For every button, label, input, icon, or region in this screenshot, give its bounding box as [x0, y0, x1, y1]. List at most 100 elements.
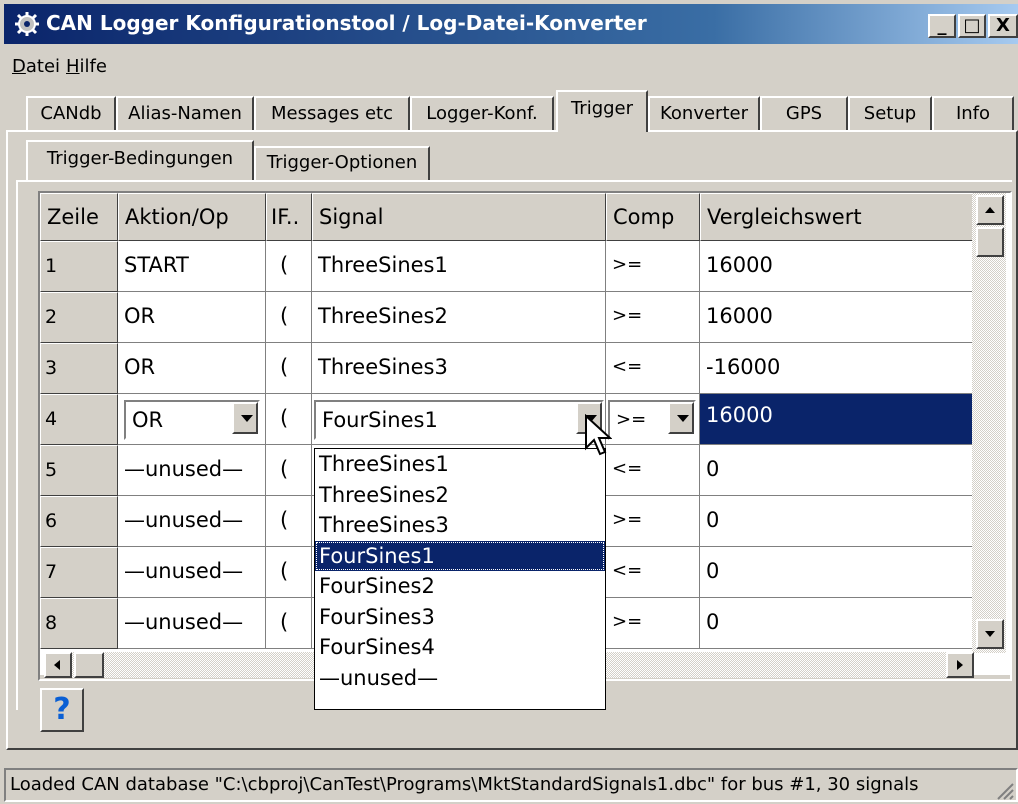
- cell-if[interactable]: (: [266, 241, 312, 292]
- tab-messages[interactable]: Messages etc: [254, 96, 410, 132]
- status-text: Loaded CAN database "C:\cbproj\CanTest\P…: [10, 774, 919, 795]
- resize-grip-icon[interactable]: [994, 780, 1014, 800]
- arrow-left-icon: [54, 660, 60, 670]
- row-header[interactable]: 2: [40, 292, 118, 343]
- signal-combo-value: FourSines1: [322, 408, 438, 432]
- cell-aktion[interactable]: START: [118, 241, 266, 292]
- row-header[interactable]: 7: [40, 547, 118, 598]
- cell-signal[interactable]: ThreeSines3: [312, 343, 606, 394]
- cell-aktion[interactable]: —unused—: [118, 445, 266, 496]
- col-header-vergleichswert[interactable]: Vergleichswert: [700, 193, 1000, 241]
- row-header[interactable]: 4: [40, 394, 118, 445]
- cell-if[interactable]: (: [266, 394, 312, 445]
- cell-wert-selected[interactable]: 16000: [700, 394, 1000, 445]
- dropdown-option[interactable]: ThreeSines1: [315, 449, 605, 480]
- chevron-down-icon[interactable]: [232, 402, 258, 434]
- cell-comp[interactable]: >=: [606, 598, 700, 649]
- row-header[interactable]: 5: [40, 445, 118, 496]
- aktion-combo[interactable]: OR: [124, 400, 260, 440]
- cell-comp[interactable]: >=: [606, 496, 700, 547]
- minimize-button[interactable]: _: [928, 14, 956, 38]
- cell-wert[interactable]: 0: [700, 496, 1000, 547]
- cell-wert[interactable]: 0: [700, 598, 1000, 649]
- tab-alias-namen[interactable]: Alias-Namen: [116, 96, 254, 132]
- cell-if[interactable]: (: [266, 292, 312, 343]
- menu-datei-label: atei: [25, 56, 61, 77]
- dropdown-option[interactable]: ThreeSines2: [315, 480, 605, 511]
- col-header-comp[interactable]: Comp: [606, 193, 700, 241]
- cell-signal[interactable]: ThreeSines1: [312, 241, 606, 292]
- cell-aktion[interactable]: OR: [118, 343, 266, 394]
- cell-wert[interactable]: 16000: [700, 241, 1000, 292]
- cell-comp[interactable]: <=: [606, 445, 700, 496]
- menu-datei-mnemonic: D: [12, 56, 26, 77]
- cell-wert[interactable]: 0: [700, 445, 1000, 496]
- gear-icon: [15, 12, 39, 36]
- cell-if[interactable]: (: [266, 598, 312, 649]
- menu-hilfe[interactable]: Hilfe: [66, 56, 107, 77]
- help-button[interactable]: ?: [40, 688, 84, 732]
- cell-comp[interactable]: <=: [606, 343, 700, 394]
- dropdown-option[interactable]: FourSines2: [315, 571, 605, 602]
- col-header-aktion[interactable]: Aktion/Op: [118, 193, 266, 241]
- tab-konverter[interactable]: Konverter: [648, 96, 760, 132]
- scroll-up-button[interactable]: [976, 195, 1004, 225]
- dropdown-option[interactable]: —unused—: [315, 663, 605, 694]
- scroll-right-button[interactable]: [946, 652, 974, 678]
- tab-gps[interactable]: GPS: [760, 96, 848, 132]
- scroll-thumb[interactable]: [976, 227, 1004, 257]
- row-header[interactable]: 8: [40, 598, 118, 649]
- tab-info[interactable]: Info: [932, 96, 1014, 132]
- col-header-zeile[interactable]: Zeile: [40, 193, 118, 241]
- hscroll-thumb[interactable]: [74, 652, 104, 678]
- tab-trigger-bedingungen[interactable]: Trigger-Bedingungen: [26, 140, 254, 180]
- cell-comp[interactable]: >=: [606, 292, 700, 343]
- scroll-down-button[interactable]: [976, 619, 1004, 649]
- tab-trigger-optionen[interactable]: Trigger-Optionen: [254, 146, 430, 180]
- cell-aktion[interactable]: —unused—: [118, 496, 266, 547]
- cell-aktion[interactable]: OR: [118, 292, 266, 343]
- menu-bar: Datei Hilfe: [4, 46, 1018, 82]
- row-header[interactable]: 3: [40, 343, 118, 394]
- cell-aktion[interactable]: —unused—: [118, 547, 266, 598]
- dropdown-option[interactable]: FourSines4: [315, 632, 605, 663]
- cell-wert[interactable]: 0: [700, 547, 1000, 598]
- comp-combo[interactable]: >=: [608, 400, 696, 440]
- tab-trigger[interactable]: Trigger: [556, 90, 648, 132]
- row-header[interactable]: 6: [40, 496, 118, 547]
- cell-if[interactable]: (: [266, 547, 312, 598]
- cell-if[interactable]: (: [266, 343, 312, 394]
- vertical-scrollbar[interactable]: [972, 193, 1006, 653]
- aktion-combo-value: OR: [132, 408, 164, 432]
- cell-signal[interactable]: ThreeSines2: [312, 292, 606, 343]
- col-header-signal[interactable]: Signal: [312, 193, 606, 241]
- chevron-down-icon[interactable]: [668, 402, 694, 434]
- cell-comp[interactable]: <=: [606, 547, 700, 598]
- title-bar[interactable]: CAN Logger Konfigurationstool / Log-Date…: [4, 4, 1018, 44]
- cell-aktion[interactable]: —unused—: [118, 598, 266, 649]
- arrow-up-icon: [985, 207, 995, 213]
- dropdown-option-selected[interactable]: FourSines1: [315, 540, 605, 571]
- cell-if[interactable]: (: [266, 445, 312, 496]
- signal-dropdown-list[interactable]: ThreeSines1 ThreeSines2 ThreeSines3 Four…: [314, 448, 606, 710]
- cell-aktion-editing: OR: [118, 394, 266, 445]
- close-button[interactable]: X: [988, 14, 1018, 38]
- window-title: CAN Logger Konfigurationstool / Log-Date…: [46, 11, 647, 35]
- tab-setup[interactable]: Setup: [848, 96, 932, 132]
- cell-comp[interactable]: >=: [606, 241, 700, 292]
- dropdown-option[interactable]: FourSines3: [315, 602, 605, 633]
- cell-if[interactable]: (: [266, 496, 312, 547]
- row-header[interactable]: 1: [40, 241, 118, 292]
- arrow-down-icon: [985, 631, 995, 637]
- cell-wert[interactable]: 16000: [700, 292, 1000, 343]
- status-bar: Loaded CAN database "C:\cbproj\CanTest\P…: [4, 768, 1018, 802]
- dropdown-option[interactable]: ThreeSines3: [315, 510, 605, 541]
- tab-candb[interactable]: CANdb: [26, 96, 116, 132]
- signal-combo[interactable]: FourSines1: [314, 400, 604, 440]
- maximize-button[interactable]: □: [958, 14, 986, 38]
- menu-datei[interactable]: Datei: [12, 56, 60, 77]
- col-header-if[interactable]: IF..: [266, 193, 312, 241]
- scroll-left-button[interactable]: [44, 652, 72, 678]
- tab-logger-konf[interactable]: Logger-Konf.: [410, 96, 554, 132]
- cell-wert[interactable]: -16000: [700, 343, 1000, 394]
